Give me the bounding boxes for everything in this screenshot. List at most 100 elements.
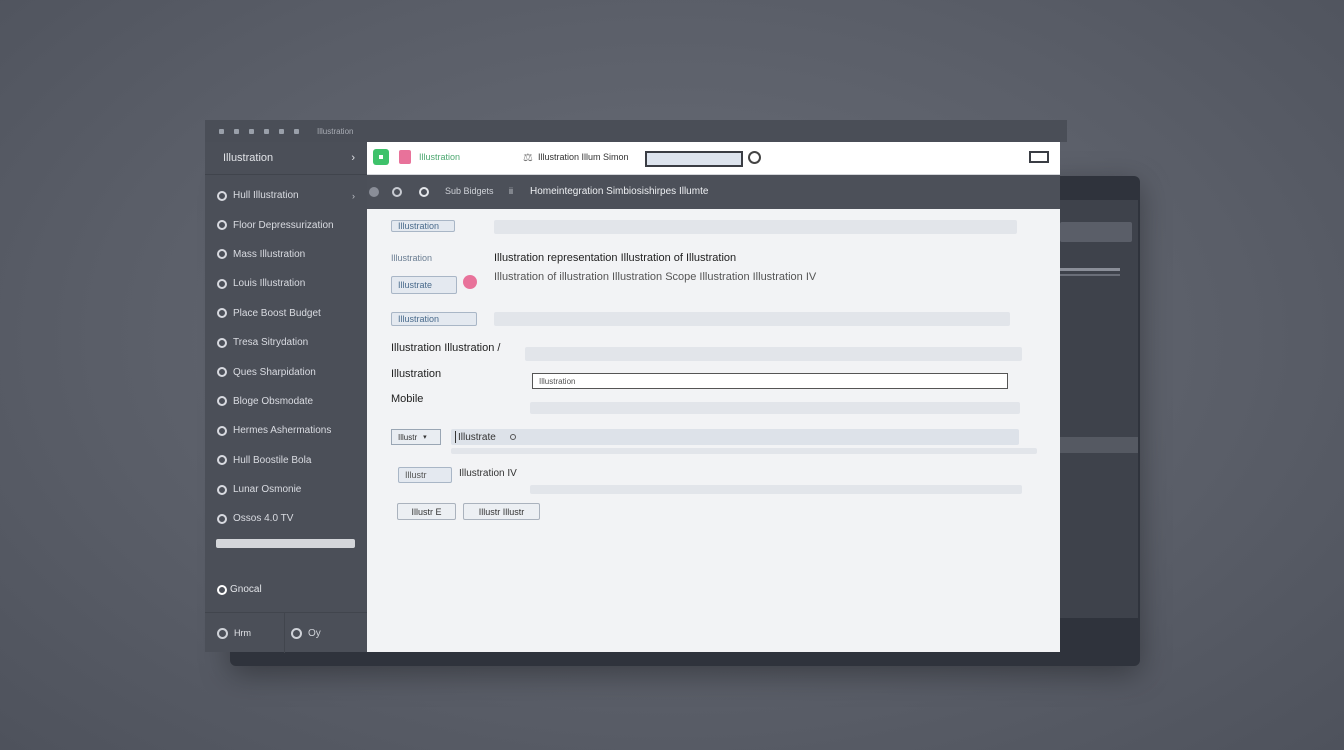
sidebar-item[interactable]: Ossos 4.0 TV [205,504,367,533]
chevron-right-icon[interactable]: › [351,152,355,164]
tag-chip-label: Illustration [398,221,440,231]
filter-input-value: Illustrate [458,431,496,443]
chevron-right-icon: › [352,190,355,201]
sidebar-item[interactable]: Hull Illustration › [205,181,367,210]
sidebar-item[interactable]: Louis Illustration [205,269,367,298]
circle-icon [217,278,227,289]
sidebar-item-label: Hull Illustration [233,190,299,202]
sidebar-item[interactable]: Hermes Ashermations [205,416,367,445]
background-line [1060,268,1120,271]
tag-chip[interactable]: Illustr [398,467,452,483]
app-name[interactable]: Illustration [419,152,460,162]
sidebar-item[interactable]: Ques Sharpidation [205,357,367,386]
window-toggle-icon[interactable] [1029,151,1049,163]
bookmark-icon[interactable] [399,150,411,164]
section-label: Illustration [391,253,433,263]
placeholder-bar [494,312,1010,326]
titlebar-dot[interactable] [249,128,254,134]
circle-icon [217,627,228,639]
sidebar-progress-bar[interactable] [216,539,355,548]
titlebar-dot[interactable] [294,128,299,134]
app-icon[interactable] [373,149,389,165]
select-dropdown[interactable]: Illustr ▾ [391,429,441,445]
sidebar-item-label: Bloge Obsmodate [233,395,314,407]
tag-chip-label: Illustration [398,314,440,324]
description-title: Illustration representation Illustration… [494,252,737,264]
window-titlebar[interactable]: Illustration [205,120,1067,142]
sidebar-item-label: Lunar Osmonie [233,484,302,496]
main-panel: Illustration ⚖ Illustration Illum Simon … [367,142,1060,652]
filter-input[interactable]: Illustrate [451,429,1019,445]
top-toolbar: Illustration ⚖ Illustration Illum Simon [367,142,1060,175]
field-label: Illustration Illustration / [391,342,501,354]
chevron-down-icon: ▾ [423,434,427,441]
titlebar-dot[interactable] [234,128,239,134]
sidebar-item-label: Mass Illustration [233,248,306,260]
circle-icon [217,425,227,436]
titlebar-dot[interactable] [279,128,284,134]
dropdown-value: Illustr [398,432,418,442]
sidebar-item[interactable]: Tresa Sitrydation [205,328,367,357]
circle-icon [217,513,227,524]
sidebar-footer: Hrm Oy [205,612,367,653]
breadcrumb[interactable]: Sub Bidgets [445,186,494,196]
sidebar-new-item[interactable]: Gnocal [217,584,262,595]
sidebar-item[interactable]: Mass Illustration [205,240,367,269]
sidebar-item-label: Floor Depressurization [233,219,334,231]
sidebar-item[interactable]: Bloge Obsmodate [205,387,367,416]
placeholder-bar [451,448,1037,454]
illustrate-button[interactable]: Illustrate [391,276,457,294]
status-dot [463,275,477,289]
sidebar-item[interactable]: Lunar Osmonie [205,475,367,504]
sidebar-header[interactable]: Illustration › [205,142,367,175]
sidebar-item-label: Louis Illustration [233,278,306,290]
sidebar-new-label: Gnocal [230,584,262,595]
sidebar-item[interactable]: Hull Boostile Bola [205,446,367,475]
circle-icon [217,249,227,260]
window-title: Illustration [317,126,354,136]
breadcrumb-separator: ii [509,186,513,196]
titlebar-dot[interactable] [264,128,269,134]
page-title: Homeintegration Simbiosishirpes Illumte [530,186,709,197]
tag-chip[interactable]: Illustration [391,220,455,232]
titlebar-dot[interactable] [219,128,224,134]
sidebar-item-label: Ques Sharpidation [233,366,316,378]
field-label: Illustration [391,368,442,380]
circle-icon [217,367,227,378]
text-input-value: Illustration [539,376,576,386]
circle-icon [217,455,227,466]
flask-icon: ⚖ [523,152,533,164]
placeholder-bar [494,220,1017,234]
description-subtitle: Illustration of illustration Illustratio… [494,271,817,283]
text-input[interactable]: Illustration [532,373,1008,389]
field-label: Mobile [391,393,424,405]
footer-left-label: Hrm [234,628,251,638]
background-panel [1058,200,1138,618]
sidebar-item[interactable]: Place Boost Budget [205,299,367,328]
secondary-button[interactable]: Illustr Illustr [463,503,540,520]
sidebar-footer-left[interactable]: Hrm [205,613,285,653]
forward-icon[interactable] [392,187,402,197]
background-tab [1060,222,1132,242]
circle-icon [217,220,227,231]
row-label: Illustration IV [459,468,517,479]
sidebar-item[interactable]: Floor Depressurization [205,210,367,239]
field-input[interactable] [530,402,1020,414]
background-line [1060,274,1120,276]
tag-chip-label: Illustr [405,470,427,480]
sidebar-item-label: Place Boost Budget [233,307,321,319]
action-button[interactable]: Illustr E [397,503,456,520]
circle-icon [217,190,227,201]
tag-chip[interactable]: Illustration [391,312,477,326]
refresh-icon[interactable] [419,187,429,197]
globe-icon[interactable] [748,151,761,164]
back-icon[interactable] [369,187,379,197]
search-input[interactable] [645,151,743,167]
footer-right-label: Oy [308,627,321,639]
clear-icon[interactable] [509,434,516,440]
sidebar: Illustration › Hull Illustration › Floor… [205,142,367,653]
placeholder-bar [530,485,1022,494]
field-input[interactable] [525,347,1022,361]
sidebar-footer-right[interactable]: Oy [285,627,321,639]
toolbar-label: Illustration Illum Simon [538,152,629,162]
